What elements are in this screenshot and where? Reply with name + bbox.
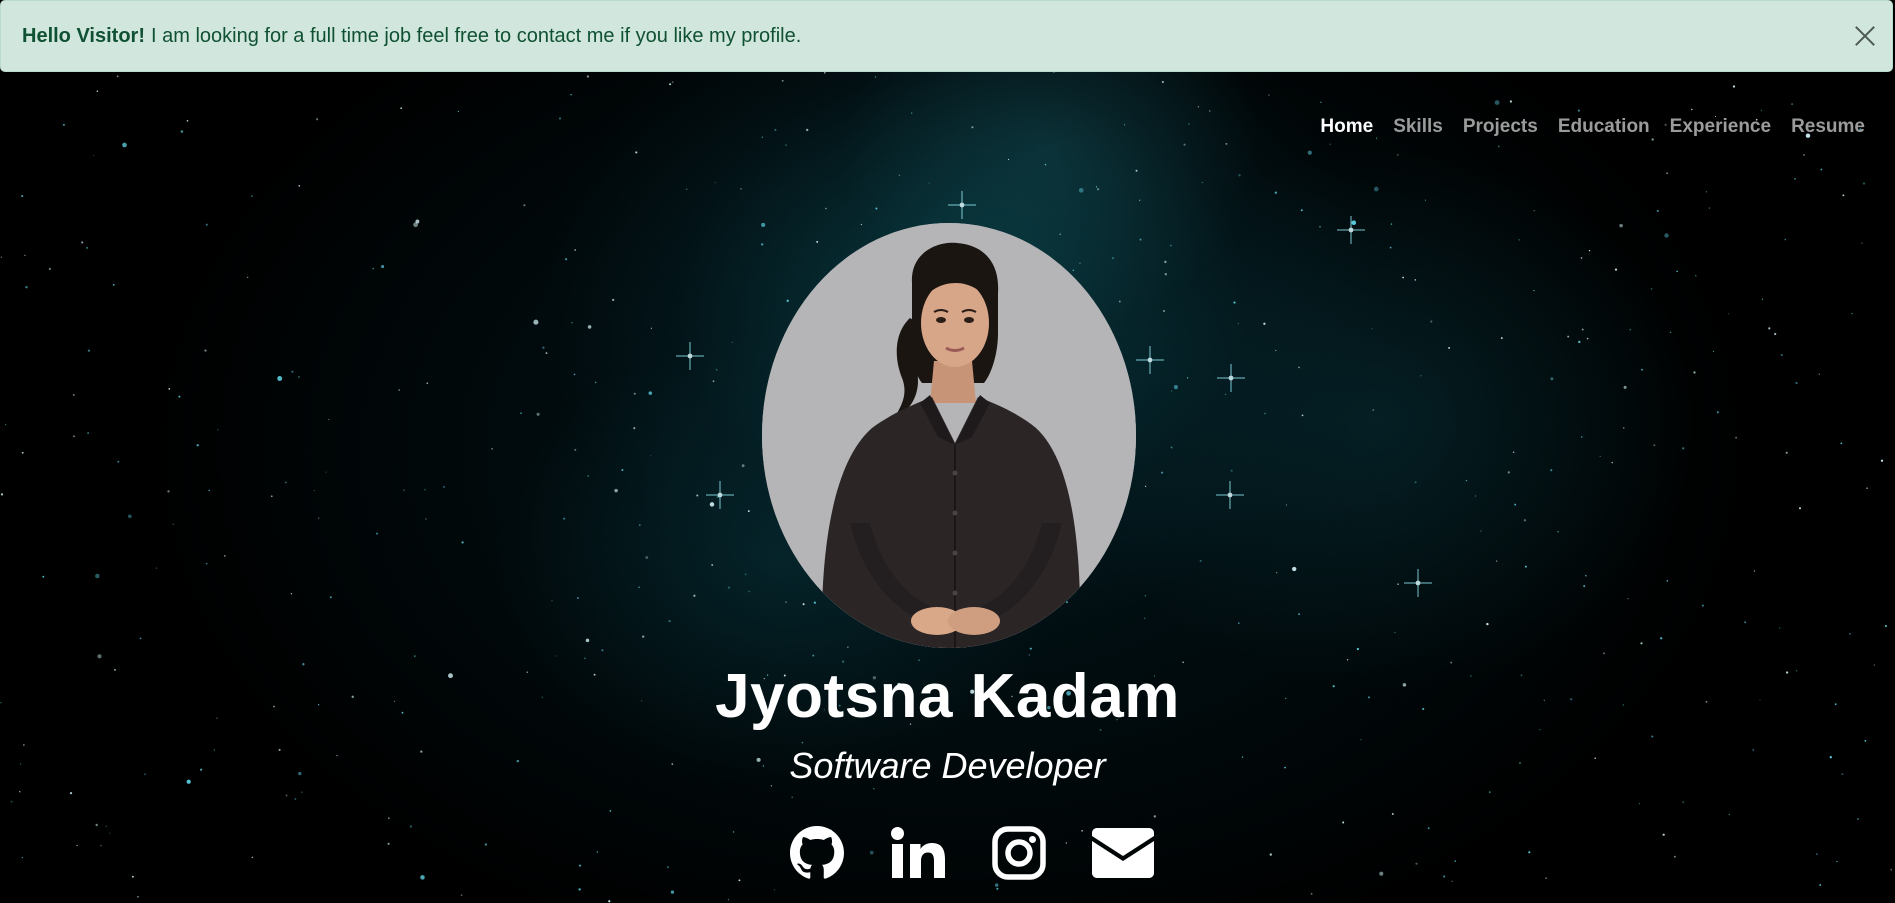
nav-item-experience[interactable]: Experience <box>1660 116 1781 138</box>
nav-item-projects[interactable]: Projects <box>1453 116 1548 138</box>
portfolio-page: Hello Visitor! I am looking for a full t… <box>0 0 1895 903</box>
close-icon[interactable] <box>1852 23 1878 49</box>
alert-message: I am looking for a full time job feel fr… <box>151 24 802 47</box>
email-icon[interactable] <box>1092 828 1154 878</box>
hero-role: Software Developer <box>789 745 1106 786</box>
main-nav: Home Skills Projects Education Experienc… <box>1310 116 1875 138</box>
alert-title: Hello Visitor! <box>22 24 145 47</box>
nav-item-resume[interactable]: Resume <box>1781 116 1875 138</box>
nav-item-education[interactable]: Education <box>1548 116 1660 138</box>
welcome-alert: Hello Visitor! I am looking for a full t… <box>0 0 1893 72</box>
nav-item-skills[interactable]: Skills <box>1383 116 1453 138</box>
profile-photo <box>762 223 1136 648</box>
hero-name: Jyotsna Kadam <box>715 662 1180 731</box>
instagram-icon[interactable] <box>992 826 1046 880</box>
github-icon[interactable] <box>790 826 844 880</box>
social-links <box>790 826 1154 880</box>
linkedin-icon[interactable] <box>890 826 946 880</box>
nav-item-home[interactable]: Home <box>1310 116 1383 138</box>
